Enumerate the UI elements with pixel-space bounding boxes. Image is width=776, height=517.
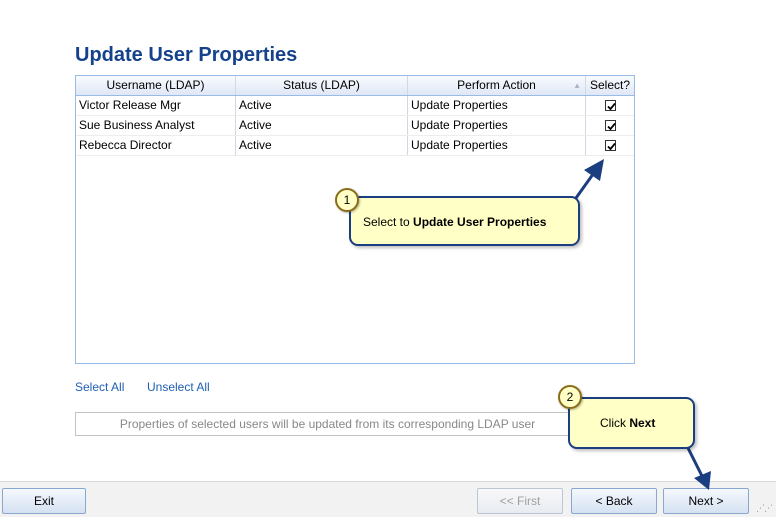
exit-button[interactable]: Exit	[2, 488, 86, 514]
unselect-all-link[interactable]: Unselect All	[147, 380, 210, 394]
page-title: Update User Properties	[75, 44, 298, 66]
select-cell	[586, 116, 634, 135]
action-cell[interactable]: Update Properties	[408, 116, 586, 135]
callout-click-next: Click Next	[568, 397, 695, 449]
column-header-username[interactable]: Username (LDAP)	[76, 76, 236, 95]
back-button[interactable]: < Back	[571, 488, 657, 514]
first-button[interactable]: << First	[477, 488, 563, 514]
status-cell: Active	[236, 96, 408, 115]
select-cell	[586, 136, 634, 155]
select-checkbox[interactable]	[604, 100, 616, 111]
info-message: Properties of selected users will be upd…	[75, 412, 580, 436]
wizard-footer: Exit << First < Back Next > ⋰⋰	[0, 481, 776, 517]
select-checkbox[interactable]	[604, 140, 616, 151]
callout-one-badge: 1	[335, 188, 359, 212]
username-cell: Rebecca Director	[76, 136, 236, 155]
username-cell: Victor Release Mgr	[76, 96, 236, 115]
resize-grip-icon[interactable]: ⋰⋰	[756, 503, 773, 514]
checkmark-icon	[606, 142, 616, 151]
sort-arrow-icon[interactable]: ▲	[573, 76, 581, 95]
table-row[interactable]: Victor Release Mgr Active Update Propert…	[76, 96, 634, 116]
action-cell[interactable]: Update Properties	[408, 136, 586, 155]
column-header-perform-action-label: Perform Action	[457, 78, 536, 92]
table-row[interactable]: Rebecca Director Active Update Propertie…	[76, 136, 634, 156]
checkmark-icon	[606, 122, 616, 131]
username-cell: Sue Business Analyst	[76, 116, 236, 135]
column-header-status[interactable]: Status (LDAP)	[236, 76, 408, 95]
callout-two-badge: 2	[558, 385, 582, 409]
grid-header: Username (LDAP) Status (LDAP) Perform Ac…	[76, 76, 634, 96]
callout-two-arrow	[686, 447, 705, 479]
column-header-perform-action[interactable]: Perform Action ▲	[408, 76, 586, 95]
select-checkbox[interactable]	[604, 120, 616, 131]
callout-one-text: Select to Update User Properties	[363, 215, 547, 229]
column-header-select[interactable]: Select?	[586, 76, 634, 95]
checkmark-icon	[606, 102, 616, 111]
next-button[interactable]: Next >	[663, 488, 749, 514]
table-row[interactable]: Sue Business Analyst Active Update Prope…	[76, 116, 634, 136]
callout-two-text: Click Next	[600, 416, 656, 430]
callout-select-users: Select to Update User Properties	[349, 196, 580, 246]
select-all-link[interactable]: Select All	[75, 380, 124, 394]
status-cell: Active	[236, 136, 408, 155]
action-cell[interactable]: Update Properties	[408, 96, 586, 115]
status-cell: Active	[236, 116, 408, 135]
select-cell	[586, 96, 634, 115]
